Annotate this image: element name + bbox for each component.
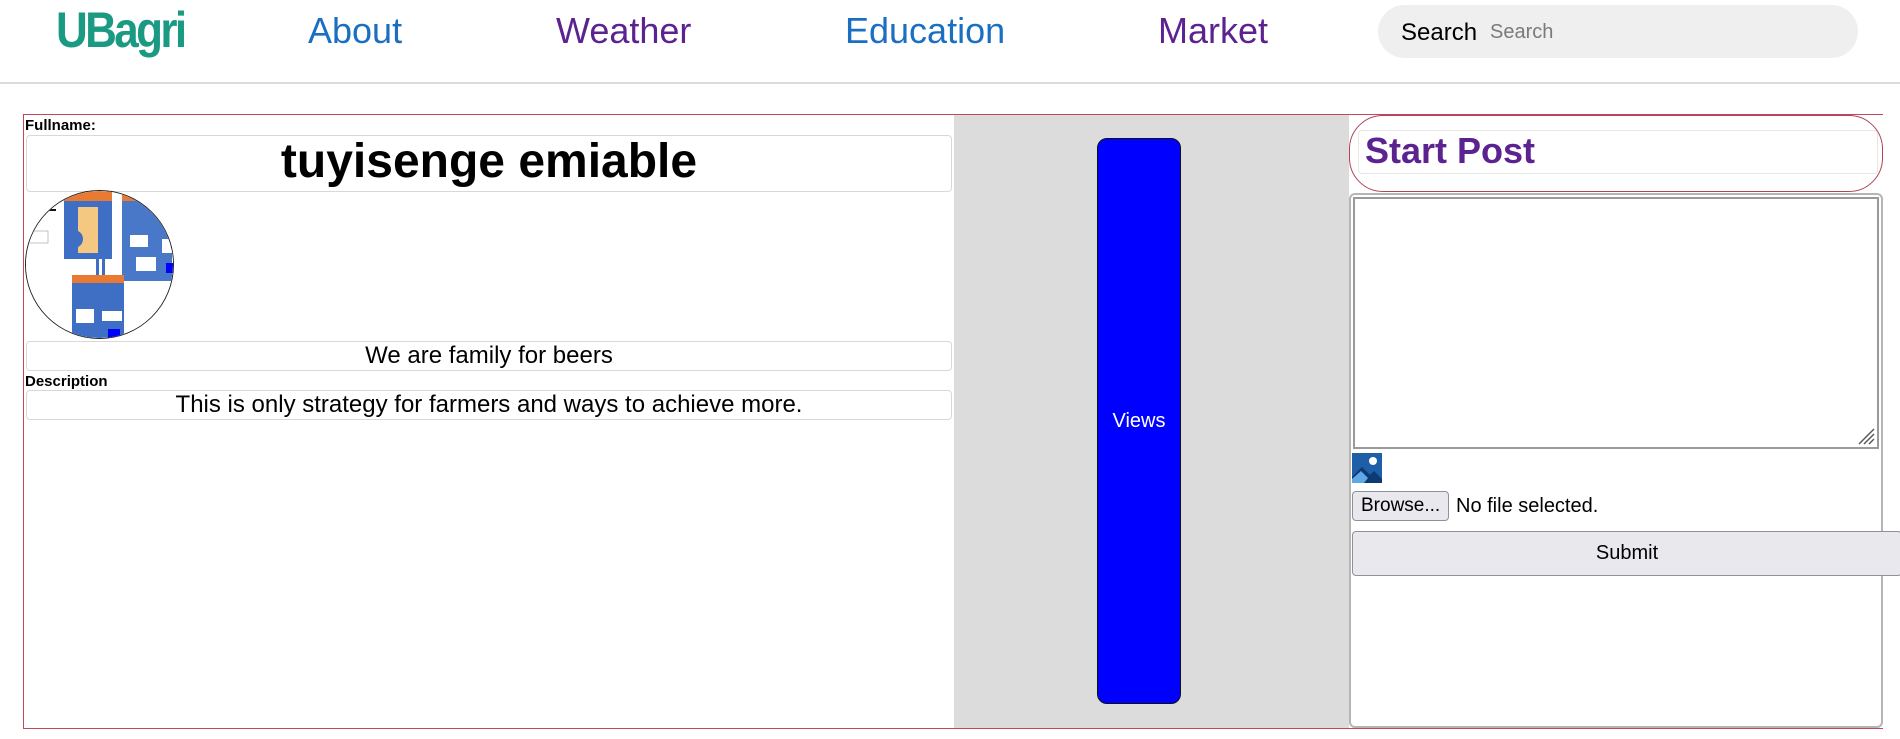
motto-value: We are family for beers (365, 342, 613, 369)
logo[interactable]: UBagri (56, 2, 187, 58)
resize-grip-icon[interactable] (1857, 427, 1875, 445)
description-field: This is only strategy for farmers and wa… (26, 390, 952, 420)
file-status: No file selected. (1456, 495, 1599, 517)
avatar-image (26, 191, 173, 338)
views-button[interactable]: Views (1097, 138, 1181, 704)
post-textarea[interactable] (1353, 197, 1879, 449)
motto-field: We are family for beers (26, 341, 952, 371)
fullname-label: Fullname: (25, 117, 96, 134)
fullname-field: tuyisenge emiable (26, 135, 952, 192)
search-bar: Search (1378, 5, 1858, 58)
post-panel: Start Post Browse... No file selected. S… (1349, 115, 1900, 728)
post-form: Browse... No file selected. Submit (1349, 193, 1900, 728)
nav-link-weather[interactable]: Weather (556, 10, 691, 52)
stats-panel: Views (954, 115, 1349, 728)
description-value: This is only strategy for farmers and wa… (175, 391, 803, 418)
avatar (25, 190, 174, 339)
start-post-title: Start Post (1358, 130, 1878, 174)
nav-link-market[interactable]: Market (1158, 10, 1268, 52)
nav-link-education[interactable]: Education (845, 10, 1005, 52)
search-input[interactable] (1488, 15, 1838, 49)
profile-panel: Fullname: tuyisenge emiable We are famil… (24, 115, 954, 728)
start-post-header: Start Post (1349, 115, 1883, 192)
description-label: Description (25, 373, 108, 390)
search-label: Search (1401, 19, 1478, 46)
nav-link-about[interactable]: About (308, 10, 402, 52)
image-icon[interactable] (1352, 453, 1382, 483)
top-navigation: UBagri About Weather Education Market Se… (0, 0, 1900, 84)
browse-button[interactable]: Browse... (1352, 491, 1450, 521)
fullname-value: tuyisenge emiable (280, 135, 698, 188)
main-container: Fullname: tuyisenge emiable We are famil… (23, 114, 1900, 729)
submit-button[interactable]: Submit (1352, 531, 1900, 576)
